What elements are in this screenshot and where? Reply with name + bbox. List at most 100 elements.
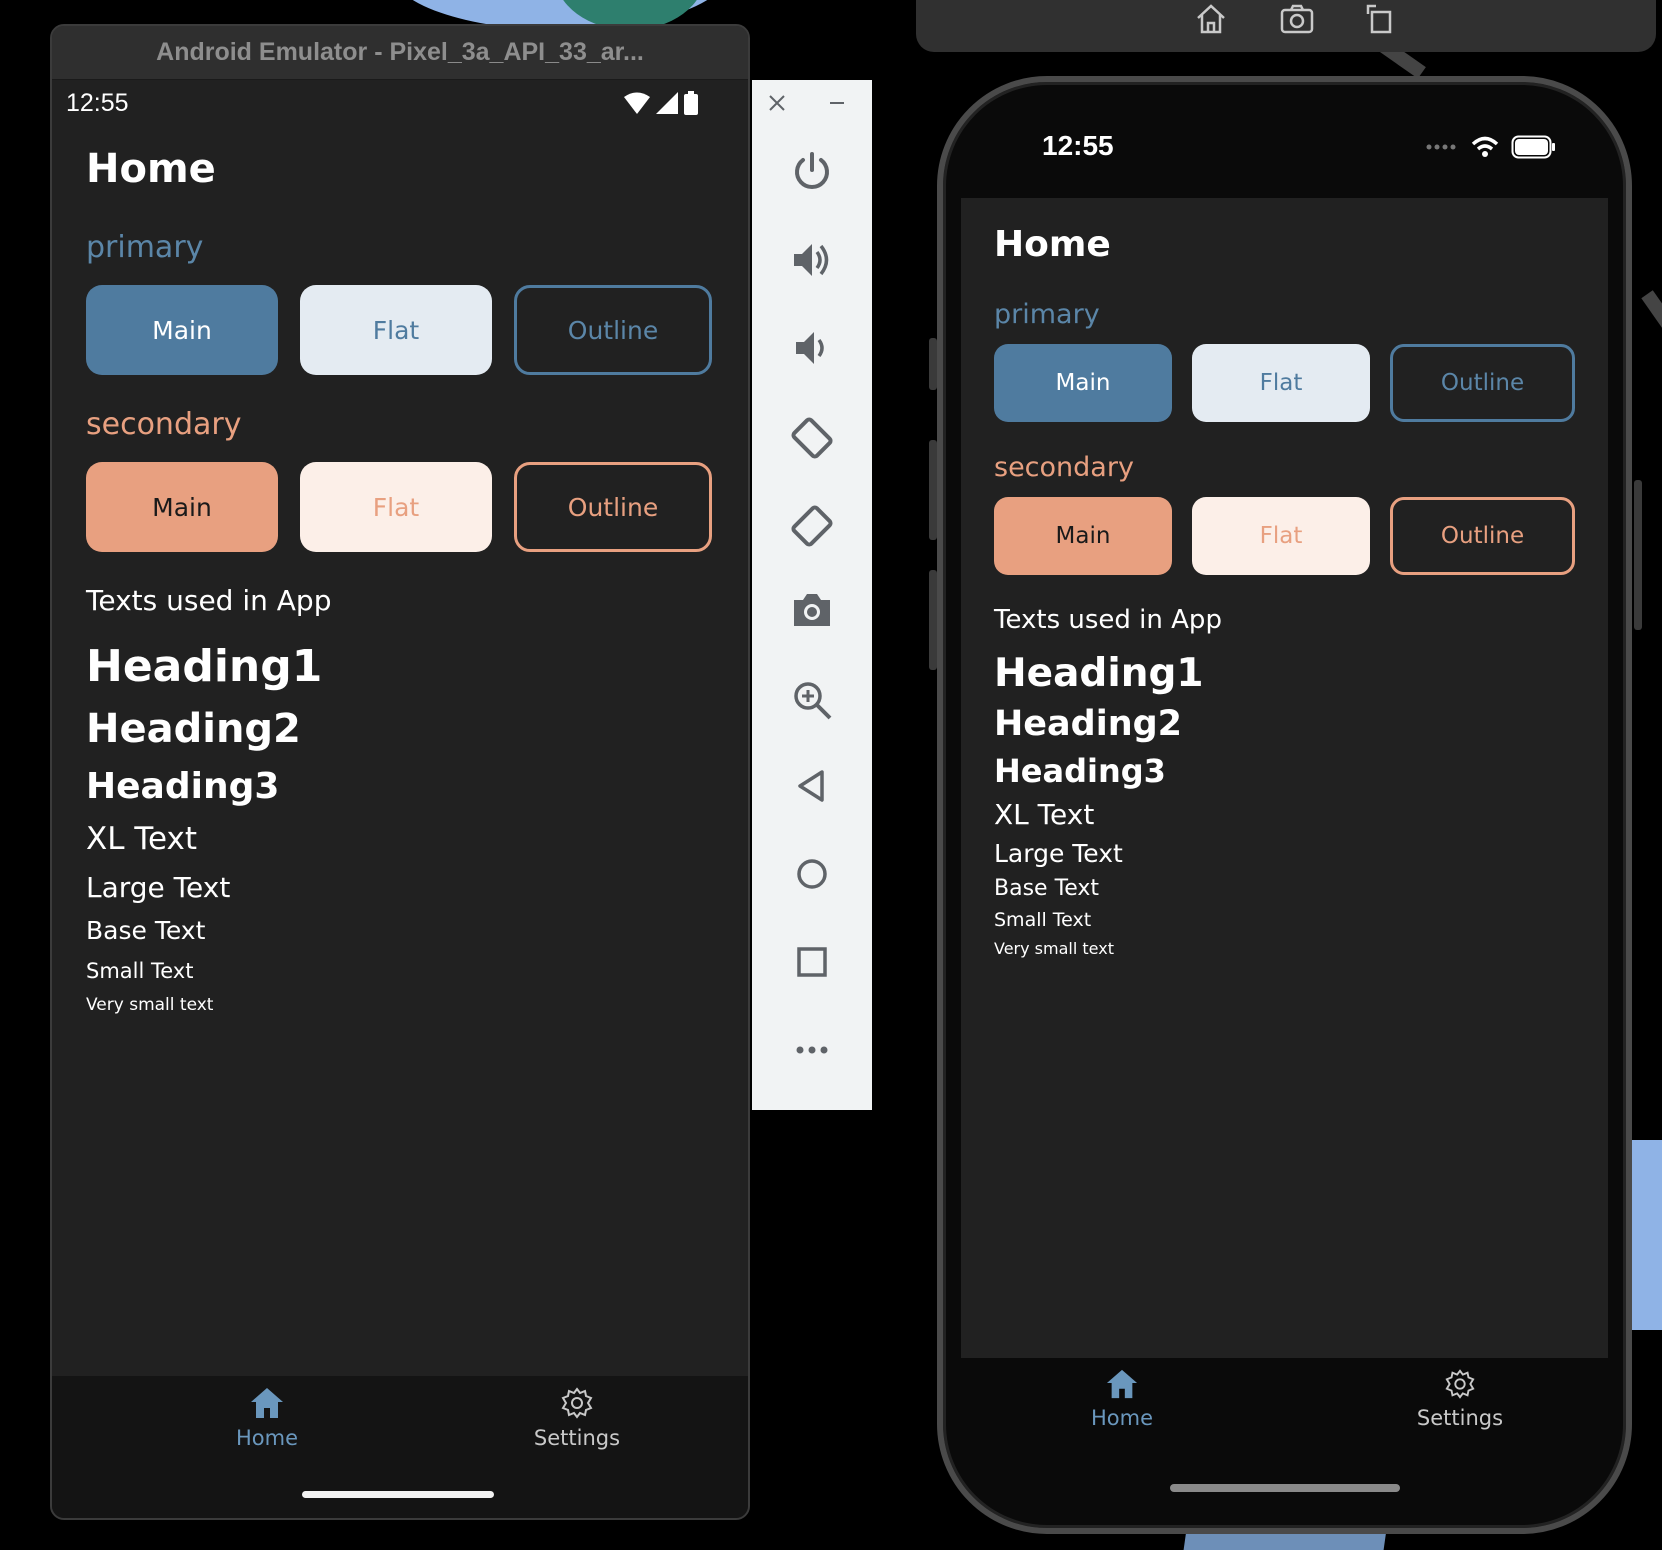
base-text: Base Text xyxy=(994,876,1100,901)
large-text: Large Text xyxy=(86,871,231,904)
ios-screen: Home primary Main Flat Outline secondary… xyxy=(961,198,1608,1358)
close-icon xyxy=(769,95,785,111)
battery-icon xyxy=(684,91,698,115)
screenshot-icon[interactable] xyxy=(1280,2,1316,34)
home-icon xyxy=(1106,1369,1138,1399)
secondary-main-button[interactable]: Main xyxy=(994,497,1172,575)
zoom-button[interactable] xyxy=(752,678,872,722)
ios-status-icons xyxy=(1425,135,1557,159)
gesture-home-indicator[interactable] xyxy=(302,1491,494,1498)
heading1-text: Heading1 xyxy=(86,641,323,692)
side-button xyxy=(929,338,937,390)
tab-home[interactable]: Home xyxy=(182,1386,352,1450)
heading3-text: Heading3 xyxy=(86,766,280,807)
page-title: Home xyxy=(994,224,1111,265)
more-button[interactable] xyxy=(752,1030,872,1070)
screenshot-button[interactable] xyxy=(752,590,872,630)
status-time: 12:55 xyxy=(66,88,129,117)
tab-settings[interactable]: Settings xyxy=(1385,1368,1535,1430)
primary-flat-button[interactable]: Flat xyxy=(300,285,492,375)
ios-simulator-toolbar xyxy=(916,0,1656,52)
heading2-text: Heading2 xyxy=(86,706,301,752)
rotate-icon[interactable] xyxy=(1364,2,1394,34)
heading1-text: Heading1 xyxy=(994,651,1204,696)
home-icon[interactable] xyxy=(1194,2,1228,34)
secondary-flat-button[interactable]: Flat xyxy=(300,462,492,552)
side-button xyxy=(1634,480,1642,630)
secondary-outline-button[interactable]: Outline xyxy=(1390,497,1575,575)
back-button[interactable] xyxy=(752,766,872,806)
secondary-button-row: Main Flat Outline xyxy=(994,497,1575,575)
primary-section-label: primary xyxy=(994,299,1100,330)
secondary-outline-button[interactable]: Outline xyxy=(514,462,712,552)
minimize-button[interactable] xyxy=(807,94,867,112)
more-icon xyxy=(796,1046,828,1054)
volume-down-icon xyxy=(796,332,824,364)
primary-section-label: primary xyxy=(86,230,204,265)
volume-up-button[interactable] xyxy=(752,238,872,282)
primary-outline-button[interactable]: Outline xyxy=(514,285,712,375)
signal-dots-icon xyxy=(1426,144,1456,150)
texts-section-label: Texts used in App xyxy=(994,605,1222,635)
secondary-button-row: Main Flat Outline xyxy=(86,462,714,552)
signal-icon xyxy=(656,92,678,114)
overview-square-icon xyxy=(797,947,827,977)
very-small-text: Very small text xyxy=(994,939,1114,958)
secondary-main-button[interactable]: Main xyxy=(86,462,278,552)
power-button[interactable] xyxy=(752,150,872,194)
home-button[interactable] xyxy=(752,854,872,894)
primary-outline-button[interactable]: Outline xyxy=(1390,344,1575,422)
tab-home-label: Home xyxy=(235,1426,298,1450)
rotate-left-icon xyxy=(791,417,833,459)
battery-icon xyxy=(1511,135,1555,159)
secondary-section-label: secondary xyxy=(994,452,1134,483)
primary-flat-button[interactable]: Flat xyxy=(1192,344,1370,422)
minimize-icon xyxy=(830,102,844,104)
rotate-left-button[interactable] xyxy=(752,414,872,462)
gear-icon xyxy=(561,1387,593,1419)
window-titlebar[interactable]: Android Emulator - Pixel_3a_API_33_ar... xyxy=(52,26,748,80)
android-tab-bar: Home Settings xyxy=(52,1376,748,1518)
tab-settings[interactable]: Settings xyxy=(492,1386,662,1450)
base-text: Base Text xyxy=(86,916,206,945)
back-icon xyxy=(798,770,824,802)
wifi-icon xyxy=(1471,136,1499,157)
large-text: Large Text xyxy=(994,839,1123,868)
primary-main-button[interactable]: Main xyxy=(994,344,1172,422)
xl-text: XL Text xyxy=(86,821,198,857)
home-icon xyxy=(251,1388,283,1418)
close-button[interactable] xyxy=(747,94,807,112)
side-button xyxy=(929,570,937,670)
rotate-right-button[interactable] xyxy=(752,502,872,550)
overview-button[interactable] xyxy=(752,942,872,982)
window-title: Android Emulator - Pixel_3a_API_33_ar... xyxy=(156,38,644,66)
power-icon xyxy=(795,152,829,189)
wifi-icon xyxy=(624,92,650,114)
ios-home-indicator[interactable] xyxy=(1170,1484,1400,1492)
side-button xyxy=(929,440,937,540)
volume-down-button[interactable] xyxy=(752,326,872,370)
zoom-icon xyxy=(794,682,832,720)
secondary-flat-button[interactable]: Flat xyxy=(1192,497,1370,575)
primary-main-button[interactable]: Main xyxy=(86,285,278,375)
tab-settings-label: Settings xyxy=(533,1426,621,1450)
small-text: Small Text xyxy=(994,909,1092,931)
rotate-right-icon xyxy=(791,505,833,547)
ios-page-content: Home primary Main Flat Outline secondary… xyxy=(961,198,1608,958)
gear-icon xyxy=(1445,1369,1475,1399)
home-circle-icon xyxy=(797,859,827,889)
android-page-content: Home primary Main Flat Outline secondary… xyxy=(52,126,748,1015)
very-small-text: Very small text xyxy=(86,995,214,1015)
xl-text: XL Text xyxy=(994,798,1095,831)
background-shape xyxy=(1641,290,1662,364)
primary-button-row: Main Flat Outline xyxy=(86,285,714,375)
page-title: Home xyxy=(86,146,216,192)
tab-home-label: Home xyxy=(1090,1406,1153,1430)
emulator-side-toolbar xyxy=(752,80,872,1110)
small-text: Small Text xyxy=(86,959,194,983)
tab-home[interactable]: Home xyxy=(1062,1368,1182,1430)
background-shape xyxy=(1630,1140,1662,1330)
ios-status-time: 12:55 xyxy=(1042,130,1114,161)
volume-up-icon xyxy=(794,244,829,276)
primary-button-row: Main Flat Outline xyxy=(994,344,1575,422)
